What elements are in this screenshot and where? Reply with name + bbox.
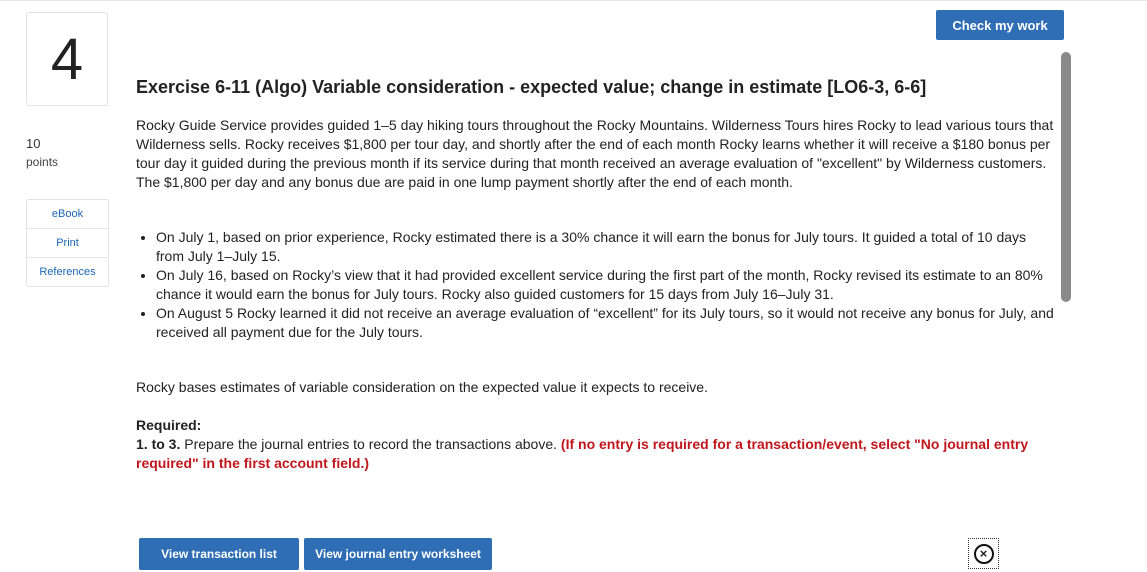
question-number: 4 [26,12,108,106]
ebook-link[interactable]: eBook [27,200,108,229]
list-item: On August 5 Rocky learned it did not rec… [156,304,1056,342]
close-icon: × [973,543,994,564]
view-journal-entry-worksheet-button[interactable]: View journal entry worksheet [304,538,492,570]
top-divider [0,0,1147,1]
view-transaction-list-button[interactable]: View transaction list [139,538,299,570]
required-label: Required: [136,417,202,433]
steps-label: 1. to 3. [136,436,181,452]
print-link[interactable]: Print [27,229,108,258]
scrollbar-thumb[interactable] [1061,52,1071,302]
references-link[interactable]: References [27,258,108,286]
exercise-title: Exercise 6-11 (Algo) Variable considerat… [136,77,927,97]
close-button[interactable]: × [968,538,999,569]
event-list: On July 1, based on prior experience, Ro… [136,228,1056,342]
estimate-basis: Rocky bases estimates of variable consid… [136,379,708,395]
list-item: On July 16, based on Rocky’s view that i… [156,266,1056,304]
steps-text: Prepare the journal entries to record th… [184,436,558,452]
points-block: 10 points [26,135,58,171]
side-links: eBook Print References [26,199,109,287]
exercise-intro: Rocky Guide Service provides guided 1–5 … [136,117,1054,190]
list-item: On July 1, based on prior experience, Ro… [156,228,1056,266]
points-value: 10 [26,136,41,151]
exercise-content: Exercise 6-11 (Algo) Variable considerat… [136,72,1056,473]
points-label: points [26,155,59,169]
check-my-work-button[interactable]: Check my work [936,10,1064,40]
required-section: Required: 1. to 3. Prepare the journal e… [136,416,1056,473]
